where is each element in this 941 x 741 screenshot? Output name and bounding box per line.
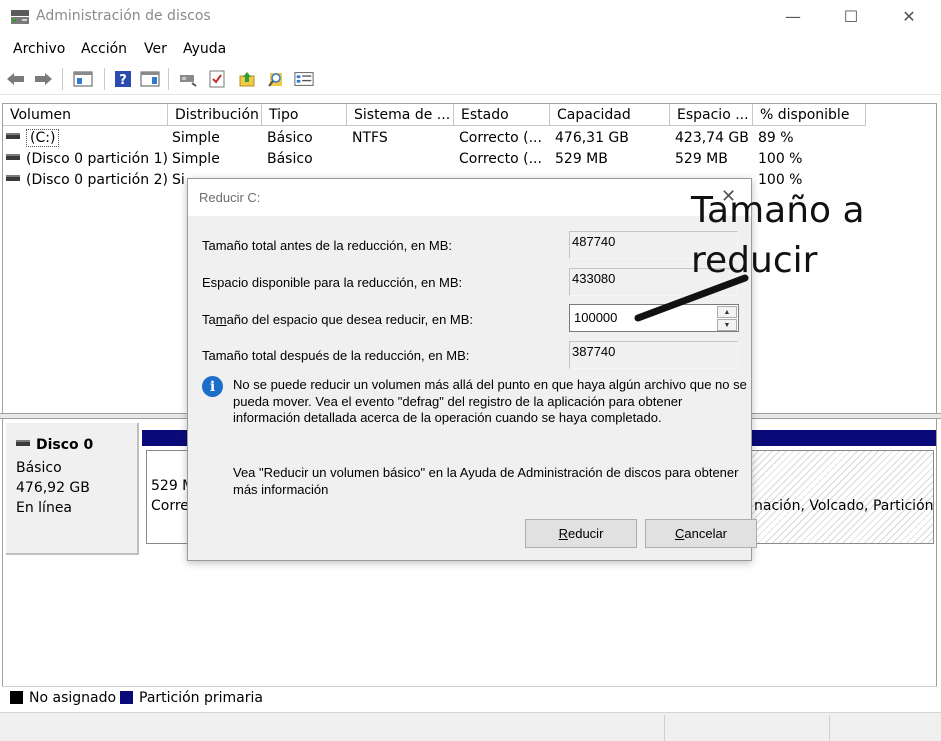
annotation-arrow xyxy=(634,274,749,322)
annotation-text-line1: Tamaño a xyxy=(691,190,865,231)
annotation-text-line2: reducir xyxy=(691,240,818,281)
